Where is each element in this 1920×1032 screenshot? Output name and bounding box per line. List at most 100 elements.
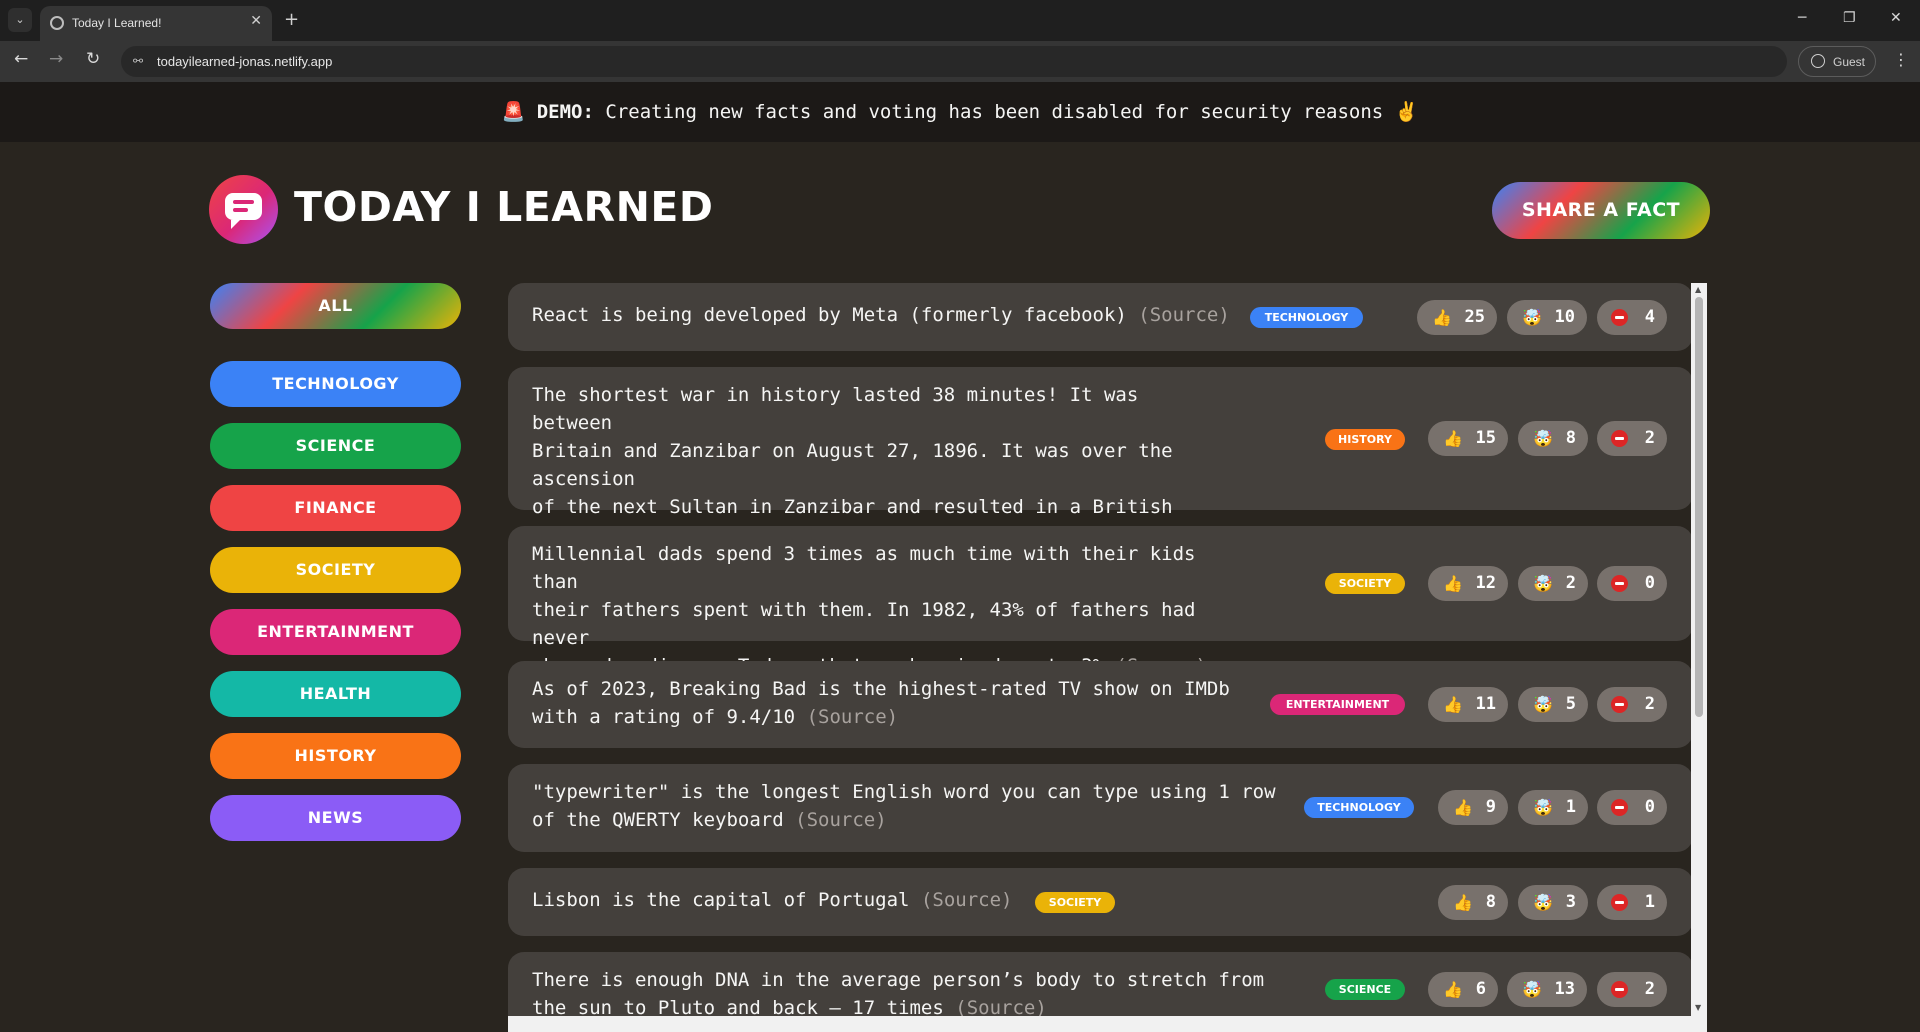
profile-icon <box>1811 54 1825 68</box>
browser-tab[interactable]: Today I Learned! ✕ <box>40 6 272 41</box>
vote-interesting-button[interactable]: 👍 12 <box>1428 566 1508 601</box>
thumbs-up-icon: 👍 <box>1453 798 1473 817</box>
back-icon[interactable]: ← <box>14 49 28 69</box>
reload-icon[interactable]: ↻ <box>86 49 100 69</box>
demo-banner: 🚨 DEMO: Creating new facts and voting ha… <box>0 82 1920 142</box>
vote-false-button[interactable]: 2 <box>1597 421 1667 456</box>
mind-blown-icon: 🤯 <box>1522 308 1542 327</box>
tab-list-icon[interactable]: ⌄ <box>8 8 32 32</box>
scroll-thumb[interactable] <box>1695 297 1703 717</box>
vote-false-button[interactable]: 2 <box>1597 972 1667 1007</box>
globe-icon <box>50 16 64 30</box>
category-all-button[interactable]: ALL <box>210 283 461 329</box>
vote-mindblowing-button[interactable]: 🤯 8 <box>1518 421 1588 456</box>
fact-item: "typewriter" is the longest English word… <box>508 764 1692 852</box>
logo-icon <box>209 175 278 244</box>
no-entry-icon <box>1611 309 1628 326</box>
no-entry-icon <box>1611 799 1628 816</box>
no-entry-icon <box>1611 696 1628 713</box>
scroll-down-icon[interactable]: ▼ <box>1695 1003 1701 1012</box>
share-fact-button[interactable]: SHARE A FACT <box>1492 182 1710 239</box>
no-entry-icon <box>1611 981 1628 998</box>
category-entertainment-button[interactable]: ENTERTAINMENT <box>210 609 461 655</box>
vote-interesting-button[interactable]: 👍 15 <box>1428 421 1508 456</box>
source-link[interactable]: (Source) <box>795 809 887 831</box>
vote-interesting-button[interactable]: 👍 6 <box>1428 972 1498 1007</box>
no-entry-icon <box>1611 894 1628 911</box>
category-tag: SOCIETY <box>1035 892 1115 913</box>
category-tag: ENTERTAINMENT <box>1270 694 1405 715</box>
vote-interesting-button[interactable]: 👍 25 <box>1417 300 1497 335</box>
facts-list: React is being developed by Meta (former… <box>508 283 1692 1032</box>
vote-mindblowing-button[interactable]: 🤯 13 <box>1507 972 1587 1007</box>
category-science-button[interactable]: SCIENCE <box>210 423 461 469</box>
vote-false-button[interactable]: 1 <box>1597 885 1667 920</box>
category-tag: TECHNOLOGY <box>1304 797 1414 818</box>
vote-false-button[interactable]: 4 <box>1597 300 1667 335</box>
fact-item: Lisbon is the capital of Portugal (Sourc… <box>508 868 1692 936</box>
banner-text: Creating new facts and voting has been d… <box>605 101 1384 123</box>
new-tab-button[interactable]: + <box>284 9 299 30</box>
source-link[interactable]: (Source) <box>921 889 1013 911</box>
source-link[interactable]: (Source) <box>807 706 899 728</box>
mind-blown-icon: 🤯 <box>1533 574 1553 593</box>
thumbs-up-icon: 👍 <box>1443 980 1463 999</box>
fact-item: React is being developed by Meta (former… <box>508 283 1692 351</box>
tab-close-icon[interactable]: ✕ <box>250 13 262 29</box>
vote-false-button[interactable]: 0 <box>1597 790 1667 825</box>
category-technology-button[interactable]: TECHNOLOGY <box>210 361 461 407</box>
fact-text: As of 2023, Breaking Bad is the highest-… <box>532 678 1230 728</box>
vote-interesting-button[interactable]: 👍 9 <box>1438 790 1508 825</box>
address-bar[interactable]: ⚯ todayilearned-jonas.netlify.app <box>121 46 1787 77</box>
category-tag: TECHNOLOGY <box>1250 307 1363 328</box>
fact-item: As of 2023, Breaking Bad is the highest-… <box>508 661 1692 748</box>
category-tag: SCIENCE <box>1325 979 1405 1000</box>
source-link[interactable]: (Source) <box>1138 304 1230 326</box>
fact-text: React is being developed by Meta (former… <box>532 304 1230 326</box>
fact-item: The shortest war in history lasted 38 mi… <box>508 367 1692 574</box>
mind-blown-icon: 🤯 <box>1522 980 1542 999</box>
victory-hand-icon: ✌️ <box>1394 101 1419 123</box>
vote-mindblowing-button[interactable]: 🤯 5 <box>1518 687 1588 722</box>
thumbs-up-icon: 👍 <box>1432 308 1452 327</box>
vote-false-button[interactable]: 2 <box>1597 687 1667 722</box>
vote-mindblowing-button[interactable]: 🤯 1 <box>1518 790 1588 825</box>
vote-interesting-button[interactable]: 👍 8 <box>1438 885 1508 920</box>
fact-text: "typewriter" is the longest English word… <box>532 781 1276 831</box>
vote-interesting-button[interactable]: 👍 11 <box>1428 687 1508 722</box>
scroll-up-icon[interactable]: ▲ <box>1695 285 1701 294</box>
browser-tab-bar: ⌄ Today I Learned! ✕ + ─ ❐ ✕ <box>0 0 1920 41</box>
no-entry-icon <box>1611 575 1628 592</box>
vote-false-button[interactable]: 0 <box>1597 566 1667 601</box>
horizontal-scrollbar[interactable] <box>508 1016 1691 1032</box>
browser-toolbar: ← → ↻ ⚯ todayilearned-jonas.netlify.app … <box>0 41 1920 82</box>
category-society-button[interactable]: SOCIETY <box>210 547 461 593</box>
category-finance-button[interactable]: FINANCE <box>210 485 461 531</box>
banner-label: DEMO: <box>536 101 594 123</box>
vote-mindblowing-button[interactable]: 🤯 3 <box>1518 885 1588 920</box>
app-title: TODAY I LEARNED <box>294 183 714 231</box>
siren-icon: 🚨 <box>501 101 526 123</box>
category-history-button[interactable]: HISTORY <box>210 733 461 779</box>
vote-mindblowing-button[interactable]: 🤯 10 <box>1507 300 1587 335</box>
mind-blown-icon: 🤯 <box>1533 429 1553 448</box>
thumbs-up-icon: 👍 <box>1443 574 1463 593</box>
category-health-button[interactable]: HEALTH <box>210 671 461 717</box>
forward-icon[interactable]: → <box>49 49 63 69</box>
thumbs-up-icon: 👍 <box>1453 893 1473 912</box>
vote-mindblowing-button[interactable]: 🤯 2 <box>1518 566 1588 601</box>
url-text[interactable]: todayilearned-jonas.netlify.app <box>157 54 332 69</box>
tab-title: Today I Learned! <box>72 16 162 30</box>
minimize-icon[interactable]: ─ <box>1798 10 1806 26</box>
category-news-button[interactable]: NEWS <box>210 795 461 841</box>
fact-item: Millennial dads spend 3 times as much ti… <box>508 526 1692 677</box>
window-close-icon[interactable]: ✕ <box>1890 10 1902 26</box>
menu-icon[interactable]: ⋮ <box>1893 50 1909 69</box>
profile-button[interactable]: Guest <box>1798 46 1876 77</box>
site-info-icon[interactable]: ⚯ <box>133 54 143 68</box>
restore-icon[interactable]: ❐ <box>1843 10 1856 26</box>
category-tag: HISTORY <box>1325 429 1405 450</box>
profile-label: Guest <box>1833 55 1866 69</box>
thumbs-up-icon: 👍 <box>1443 429 1463 448</box>
vertical-scrollbar[interactable]: ▲ ▼ <box>1691 283 1707 1032</box>
